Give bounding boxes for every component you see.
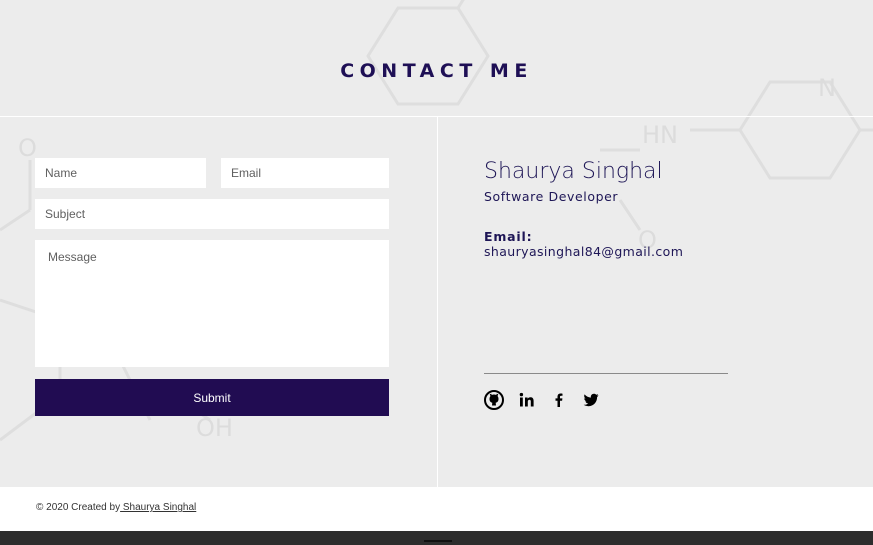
github-link[interactable]: [484, 390, 504, 410]
bottom-bar: [0, 531, 873, 545]
linkedin-link[interactable]: [517, 390, 537, 410]
profile-divider: [484, 373, 728, 374]
bg-label: OH: [196, 414, 233, 442]
footer: © 2020 Created by Shaurya Singhal: [0, 487, 873, 531]
email-label: Email:: [484, 229, 533, 244]
github-icon: [484, 390, 504, 410]
profile-name: Shaurya Singhal: [484, 159, 663, 184]
subject-input[interactable]: [35, 199, 389, 229]
bottom-handle: [424, 540, 452, 542]
column-divider: [437, 117, 438, 487]
name-input[interactable]: [35, 158, 206, 188]
twitter-link[interactable]: [581, 390, 601, 410]
email-address-link[interactable]: shauryasinghal84@gmail.com: [484, 244, 683, 259]
message-textarea[interactable]: [35, 240, 389, 367]
page-title: CONTACT ME: [340, 60, 533, 82]
copyright-prefix: © 2020 Created by: [36, 502, 121, 513]
twitter-icon: [583, 393, 599, 407]
profile-role: Software Developer: [484, 189, 619, 204]
facebook-icon: [555, 393, 563, 407]
submit-button[interactable]: Submit: [35, 379, 389, 416]
copyright-text: © 2020 Created by Shaurya Singhal: [36, 502, 196, 513]
linkedin-icon: [519, 392, 534, 407]
author-link[interactable]: Shaurya Singhal: [120, 502, 196, 513]
email-input[interactable]: [221, 158, 389, 188]
facebook-link[interactable]: [549, 390, 569, 410]
bg-label: HN: [642, 121, 678, 149]
